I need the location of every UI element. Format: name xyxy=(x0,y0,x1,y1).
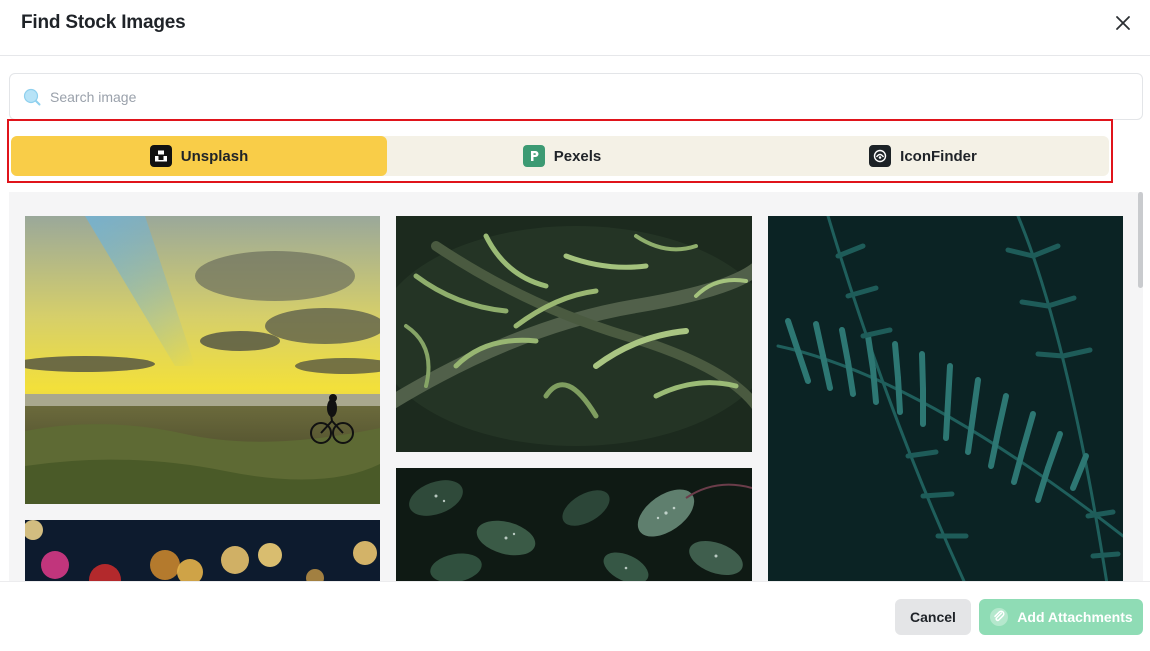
image-gallery xyxy=(9,192,1143,581)
tab-unsplash[interactable]: Unsplash xyxy=(11,136,387,176)
close-icon xyxy=(1116,16,1130,30)
search-input[interactable] xyxy=(50,86,1130,108)
iconfinder-logo-icon xyxy=(869,145,892,167)
search-icon xyxy=(23,88,41,106)
pexels-logo-icon xyxy=(522,145,545,167)
tab-label: IconFinder xyxy=(900,147,977,165)
add-attachments-label: Add Attachments xyxy=(1017,609,1133,625)
stock-images-dialog: Find Stock Images Unsplash xyxy=(0,0,1150,651)
dialog-footer: Cancel Add Attachments xyxy=(0,581,1150,651)
gallery-image[interactable] xyxy=(396,468,752,581)
close-button[interactable] xyxy=(1112,12,1134,34)
unsplash-logo-icon xyxy=(149,145,172,167)
tab-label: Pexels xyxy=(553,147,602,165)
paperclip-icon xyxy=(990,608,1009,626)
dialog-title: Find Stock Images xyxy=(21,12,186,33)
cancel-button[interactable]: Cancel xyxy=(895,599,971,635)
tab-label: Unsplash xyxy=(180,147,249,165)
gallery-image[interactable] xyxy=(25,216,380,504)
provider-tabs: Unsplash Pexels IconFinder xyxy=(11,136,1109,176)
tab-pexels[interactable]: Pexels xyxy=(387,136,737,176)
gallery-scrollbar[interactable] xyxy=(1138,192,1143,288)
gallery-image[interactable] xyxy=(768,216,1123,581)
search-box xyxy=(9,73,1143,120)
dialog-header: Find Stock Images xyxy=(0,0,1150,56)
gallery-image[interactable] xyxy=(396,216,752,452)
tab-iconfinder[interactable]: IconFinder xyxy=(737,136,1109,176)
gallery-image[interactable] xyxy=(25,520,380,581)
add-attachments-button[interactable]: Add Attachments xyxy=(979,599,1143,635)
